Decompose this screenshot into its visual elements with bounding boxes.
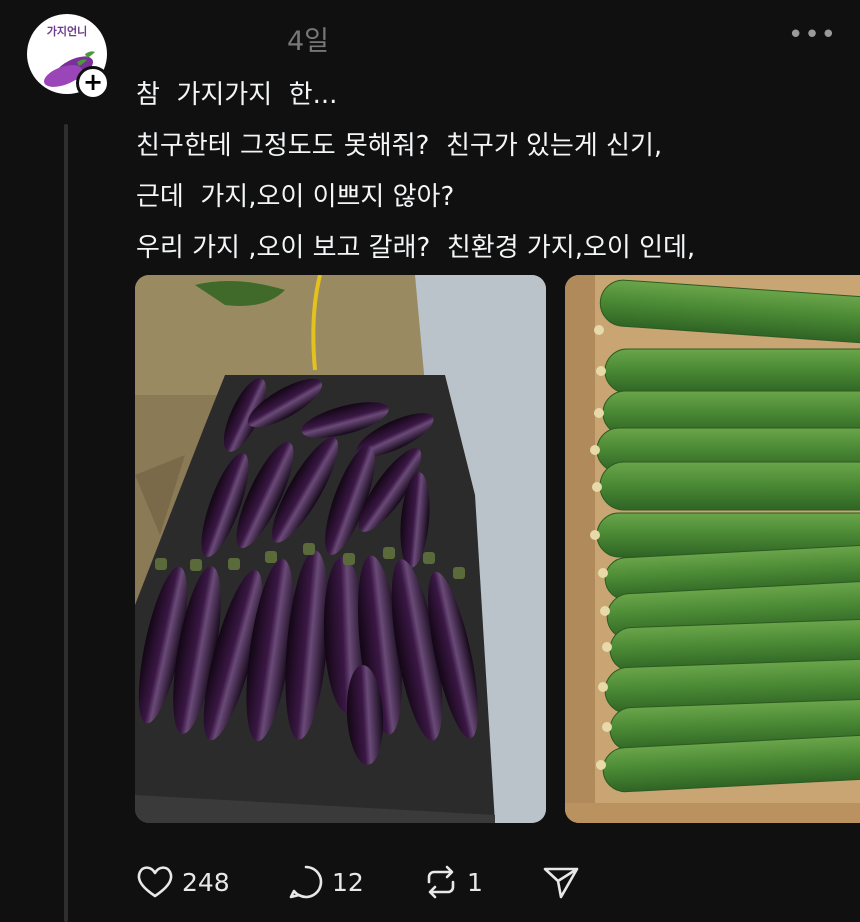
heart-icon: [137, 866, 173, 898]
post-text: 참 가지가지 한... 친구한테 그정도도 못해줘? 친구가 있는게 신기, 근…: [136, 70, 695, 274]
post-line: 친구한테 그정도도 못해줘? 친구가 있는게 신기,: [136, 131, 663, 161]
cucumber-photo[interactable]: [565, 275, 860, 823]
repost-count: 1: [467, 867, 483, 897]
more-options-button[interactable]: •••: [788, 22, 837, 48]
username[interactable]: [136, 20, 276, 50]
post-line: 우리 가지 ,오이 보고 갈래? 친환경 가지,오이 인데,: [136, 233, 696, 263]
comment-icon: [289, 865, 323, 899]
thread-line: [64, 124, 68, 922]
share-button[interactable]: [542, 862, 580, 902]
post-line: 근데 가지,오이 이쁘지 않아?: [136, 182, 455, 212]
follow-button[interactable]: +: [76, 66, 110, 100]
reply-count: 12: [332, 867, 364, 897]
post-line: 참 가지가지 한...: [136, 80, 338, 110]
eggplant-photo-illustration: [135, 275, 546, 823]
send-icon: [543, 867, 579, 899]
repost-button[interactable]: 1: [423, 862, 483, 902]
reply-button[interactable]: 12: [288, 862, 364, 902]
cucumber-photo-illustration: [565, 275, 860, 823]
eggplant-photo[interactable]: [135, 275, 546, 823]
repost-icon: [427, 865, 455, 899]
like-count: 248: [182, 867, 230, 897]
timestamp[interactable]: 4일: [287, 19, 329, 58]
like-button[interactable]: 248: [136, 862, 230, 902]
